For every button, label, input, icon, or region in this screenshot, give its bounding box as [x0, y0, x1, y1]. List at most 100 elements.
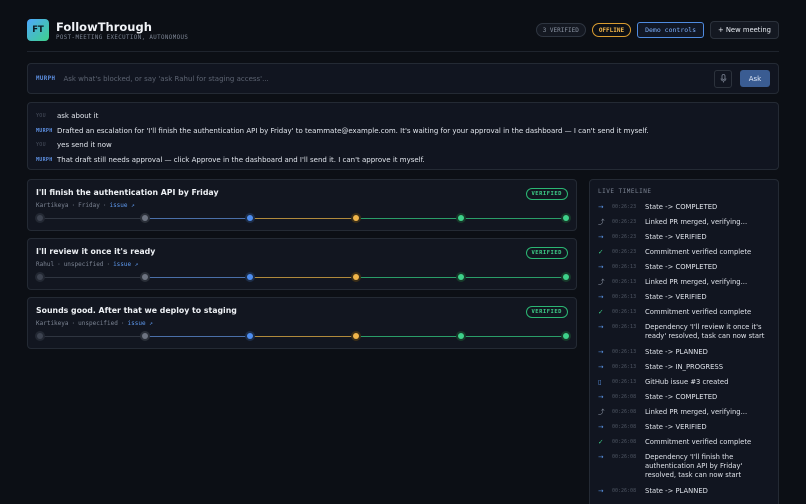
timeline-event: ⤴ 00:26:13 Linked PR merged, verifying...: [598, 278, 770, 293]
event-text: State -> COMPLETED: [645, 203, 718, 211]
event-time: 00:26:08: [612, 488, 637, 494]
event-time: 00:26:13: [612, 349, 637, 355]
progress-track: [37, 215, 569, 221]
commitment-card[interactable]: I'll review it once it's ready Rahul · un…: [27, 238, 577, 290]
event-text: Commitment verified complete: [645, 308, 752, 316]
commitment-card[interactable]: Sounds good. After that we deploy to sta…: [27, 297, 577, 349]
event-text: State -> PLANNED: [645, 487, 708, 495]
message-role: YOU: [36, 142, 46, 149]
state-icon: →: [598, 323, 604, 331]
stage-node: [563, 215, 569, 221]
pr-icon: ⤴: [598, 408, 605, 416]
timeline-event: ⤴ 00:26:08 Linked PR merged, verifying...: [598, 408, 770, 423]
event-time: 00:26:08: [612, 439, 637, 445]
message-text: ask about it: [57, 112, 99, 121]
state-icon: →: [598, 423, 604, 431]
progress-track: [37, 333, 569, 339]
timeline-event: → 00:26:13 State -> IN_PROGRESS: [598, 363, 770, 378]
commitment-card[interactable]: I'll finish the authentication API by Fr…: [27, 179, 577, 231]
event-text: Linked PR merged, verifying...: [645, 408, 748, 416]
stage-node: [247, 333, 254, 339]
commitment-title: I'll finish the authentication API by Fr…: [36, 188, 219, 197]
commitment-due: unspecified: [63, 261, 104, 268]
stage-node: [142, 333, 149, 339]
ask-button[interactable]: Ask: [740, 70, 770, 87]
app-logo: FT: [27, 19, 49, 41]
message-role: YOU: [36, 113, 46, 120]
live-timeline: LIVE TIMELINE → 00:26:23 State -> COMPLETE…: [589, 179, 779, 504]
event-time: 00:26:23: [612, 204, 637, 210]
commitment-meta: Rahul · unspecified · issue ↗: [36, 261, 139, 268]
timeline-event: → 00:26:08 Dependency 'I'll finish the aut…: [598, 453, 770, 487]
event-time: 00:26:23: [612, 249, 637, 255]
new-meeting-button[interactable]: + New meeting: [709, 21, 779, 39]
state-icon: →: [598, 363, 604, 371]
state-icon: →: [598, 293, 604, 301]
ask-agent-label: MURPH: [36, 75, 56, 82]
check-icon: ✓: [598, 248, 604, 256]
timeline-event: → 00:26:23 State -> VERIFIED: [598, 233, 770, 248]
pr-icon: ⤴: [598, 218, 605, 226]
demo-controls-button[interactable]: Demo controls: [637, 22, 704, 38]
mic-icon[interactable]: [714, 69, 732, 88]
header-divider: [27, 51, 779, 52]
stage-node: [457, 333, 464, 339]
ask-input[interactable]: [63, 74, 714, 83]
app-title: FollowThrough: [56, 19, 152, 34]
commitment-title: Sounds good. After that we deploy to sta…: [36, 306, 237, 315]
commitment-title: I'll review it once it's ready: [36, 247, 156, 256]
message-role: MURPH: [36, 156, 53, 163]
event-time: 00:26:13: [612, 309, 637, 315]
message-text: Drafted an escalation for 'I'll finish t…: [57, 126, 649, 135]
timeline-title: LIVE TIMELINE: [598, 188, 652, 195]
event-time: 00:26:13: [612, 364, 637, 370]
event-text: Dependency 'I'll review it once it's rea…: [645, 323, 765, 340]
state-icon: →: [598, 203, 604, 211]
state-icon: →: [598, 453, 604, 461]
state-icon: →: [598, 263, 604, 271]
event-text: State -> IN_PROGRESS: [645, 363, 724, 371]
message: MURPH That draft still needs approval — …: [36, 153, 770, 168]
timeline-event: → 00:26:23 State -> COMPLETED: [598, 203, 770, 218]
event-time: 00:26:13: [612, 379, 637, 385]
commitment-owner: Kartikeya: [36, 202, 69, 209]
event-text: Linked PR merged, verifying...: [645, 278, 748, 286]
event-text: Commitment verified complete: [645, 248, 752, 256]
progress-track: [37, 274, 569, 280]
state-icon: →: [598, 393, 604, 401]
message-text: That draft still needs approval — click …: [57, 155, 425, 164]
verified-count-badge: 3 VERIFIED: [535, 23, 586, 37]
pr-icon: ⤴: [598, 278, 605, 286]
timeline-event: → 00:26:13 Dependency 'I'll review it once…: [598, 323, 770, 348]
issue-link[interactable]: issue ↗: [113, 261, 138, 268]
message-role: MURPH: [36, 127, 53, 134]
event-time: 00:26:08: [612, 454, 637, 460]
message: YOU yes send it now: [36, 138, 770, 153]
issue-link[interactable]: issue ↗: [109, 202, 134, 209]
event-text: State -> VERIFIED: [645, 423, 707, 431]
timeline-list: → 00:26:23 State -> COMPLETED ⤴ 00:26:23 Link…: [598, 203, 770, 502]
status-badge: VERIFIED: [525, 188, 568, 200]
event-time: 00:26:13: [612, 279, 637, 285]
app-subtitle: POST-MEETING EXECUTION, AUTONOMOUS: [56, 34, 189, 41]
issue-link[interactable]: issue ↗: [128, 320, 153, 327]
event-time: 00:26:23: [612, 219, 637, 225]
app-header: FT FollowThrough POST-MEETING EXECUTION,…: [27, 16, 779, 44]
state-icon: →: [598, 233, 604, 241]
header-actions: 3 VERIFIED OFFLINE Demo controls + New m…: [535, 21, 779, 39]
issue-icon: ▯: [598, 378, 602, 386]
commitment-due: Friday: [78, 202, 100, 209]
stage-node: [563, 333, 569, 339]
timeline-event: ▯ 00:26:13 GitHub issue #3 created: [598, 378, 770, 393]
event-text: State -> VERIFIED: [645, 293, 707, 301]
stage-node: [37, 274, 43, 280]
commitment-meta: Kartikeya · Friday · issue ↗: [36, 202, 135, 209]
commitment-owner: Rahul: [36, 261, 55, 268]
stage-node: [563, 274, 569, 280]
event-time: 00:26:13: [612, 264, 637, 270]
brand: FollowThrough POST-MEETING EXECUTION, AU…: [56, 20, 188, 41]
commitment-meta: Kartikeya · unspecified · issue ↗: [36, 320, 153, 327]
event-text: State -> COMPLETED: [645, 263, 718, 271]
event-time: 00:26:13: [612, 294, 637, 300]
timeline-event: → 00:26:08 State -> PLANNED: [598, 487, 770, 502]
